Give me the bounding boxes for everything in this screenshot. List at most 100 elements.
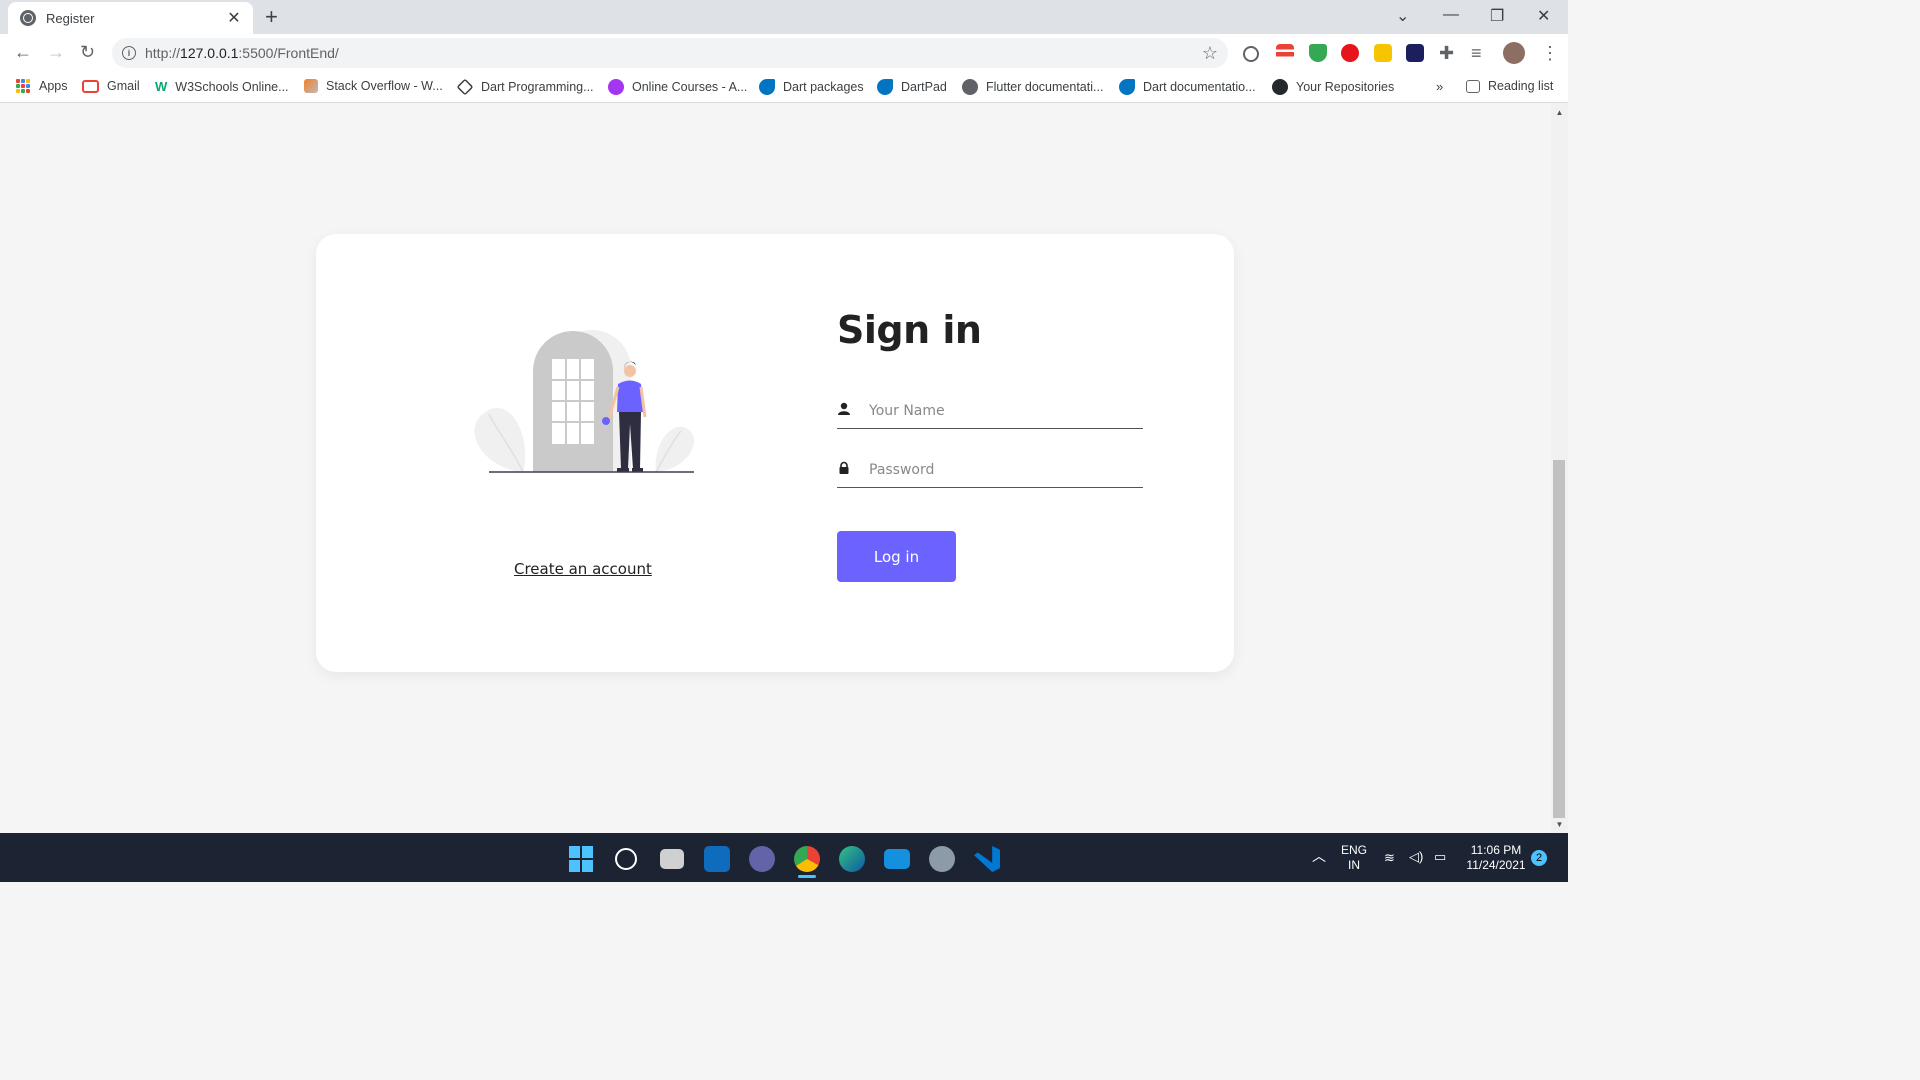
reading-list-label: Reading list — [1488, 79, 1554, 93]
scroll-up-icon[interactable]: ▲ — [1553, 108, 1566, 117]
more-bookmarks-icon[interactable]: » — [1436, 79, 1443, 94]
gmail-icon — [82, 79, 99, 93]
url-text: http://127.0.0.1:5500/FrontEnd/ — [145, 45, 339, 61]
password-field — [837, 452, 1143, 488]
tab-search-icon[interactable]: ⌄ — [1396, 6, 1409, 26]
close-tab-icon[interactable]: ✕ — [225, 8, 243, 28]
bookmark-label: Gmail — [107, 79, 140, 93]
globe-icon — [20, 10, 36, 26]
bookmark-label: Dart packages — [783, 80, 864, 94]
bookmark-dart-docs[interactable]: Dart documentatio... — [1119, 79, 1256, 95]
new-tab-button[interactable]: + — [265, 6, 278, 28]
tab-register[interactable]: Register ✕ — [8, 2, 253, 34]
dart-icon — [456, 78, 474, 96]
extensions-puzzle-icon[interactable]: ✚ — [1439, 43, 1454, 63]
door-illustration — [474, 330, 695, 473]
dart-packages-icon — [759, 79, 775, 95]
bookmark-online-courses[interactable]: Online Courses - A... — [608, 79, 747, 95]
apps-grid-icon — [16, 79, 30, 93]
create-account-link[interactable]: Create an account — [514, 560, 652, 578]
page-title: Sign in — [837, 308, 982, 352]
bookmark-label: Dart documentatio... — [1143, 80, 1256, 94]
edge-icon[interactable] — [839, 846, 865, 872]
tab-strip: Register ✕ + ⌄ — ❐ ✕ — [0, 0, 1568, 34]
user-icon — [838, 402, 850, 415]
code-extension-icon[interactable] — [1406, 44, 1424, 62]
reading-list-icon — [1466, 79, 1480, 93]
block-extension-icon[interactable] — [1243, 46, 1259, 62]
forward-icon[interactable]: → — [47, 42, 65, 62]
stackoverflow-icon — [304, 79, 318, 93]
bookmarks-bar: Apps Gmail W W3Schools Online... Stack O… — [0, 72, 1568, 103]
bookmark-label: Apps — [39, 79, 68, 93]
bookmark-label: Dart Programming... — [481, 80, 594, 94]
search-icon[interactable] — [615, 848, 637, 870]
scroll-down-icon[interactable]: ▼ — [1553, 820, 1566, 829]
bookmark-dart-packages[interactable]: Dart packages — [759, 79, 864, 95]
chat-icon[interactable] — [749, 846, 775, 872]
page-viewport: Create an account Sign in Log in — [0, 103, 1551, 833]
tab-title: Register — [46, 10, 95, 26]
bookmark-w3schools[interactable]: W W3Schools Online... — [155, 79, 289, 95]
restore-icon[interactable]: ❐ — [1490, 6, 1504, 26]
bookmark-apps[interactable]: Apps — [16, 79, 68, 93]
bookmark-label: Stack Overflow - W... — [326, 79, 443, 93]
volume-icon[interactable]: ◁) — [1409, 849, 1423, 864]
bookmark-label: Flutter documentati... — [986, 80, 1104, 94]
media-queue-icon[interactable]: ≡ — [1471, 43, 1482, 63]
windows-taskbar — [0, 833, 1568, 882]
bookmark-flutter-docs[interactable]: Flutter documentati... — [962, 79, 1103, 95]
address-bar[interactable]: i http://127.0.0.1:5500/FrontEnd/ ☆ — [112, 38, 1228, 68]
adblock-extension-icon[interactable] — [1341, 44, 1359, 62]
clock[interactable]: 11:06 PM 11/24/2021 — [1462, 843, 1530, 873]
dart-docs-icon — [1119, 79, 1135, 95]
info-icon[interactable]: i — [122, 46, 136, 60]
notification-badge[interactable]: 2 — [1531, 850, 1547, 866]
bookmark-dartpad[interactable]: DartPad — [877, 79, 947, 95]
login-button[interactable]: Log in — [837, 531, 956, 582]
name-field — [837, 393, 1143, 429]
close-window-icon[interactable]: ✕ — [1537, 6, 1550, 26]
bookmark-label: Online Courses - A... — [632, 80, 748, 94]
show-hidden-icons-icon[interactable]: ︿ — [1312, 849, 1326, 864]
globe-icon — [962, 79, 978, 95]
language-indicator[interactable]: ENG IN — [1338, 843, 1370, 873]
dartpad-icon — [877, 79, 893, 95]
clock-time: 11:06 PM — [1470, 843, 1522, 857]
shield-extension-icon[interactable] — [1309, 44, 1327, 62]
bookmark-label: W3Schools Online... — [175, 80, 289, 94]
widgets-icon[interactable] — [704, 846, 730, 872]
chrome-icon[interactable] — [794, 846, 820, 872]
json-extension-icon[interactable] — [1374, 44, 1392, 62]
reading-list-button[interactable]: Reading list — [1466, 79, 1553, 93]
sign-in-card: Create an account Sign in Log in — [316, 234, 1234, 672]
reload-icon[interactable]: ↻ — [80, 42, 95, 62]
name-input[interactable] — [867, 397, 1141, 425]
bookmark-label: Your Repositories — [1296, 80, 1395, 94]
wifi-icon[interactable]: ≋ — [1384, 850, 1395, 865]
settings-gear-icon[interactable] — [929, 846, 955, 872]
minimize-icon[interactable]: — — [1443, 6, 1459, 24]
region-code: IN — [1348, 858, 1360, 872]
mail-icon[interactable] — [884, 849, 910, 869]
avatar[interactable] — [1503, 42, 1525, 64]
bookmark-dart-programming[interactable]: Dart Programming... — [456, 78, 594, 96]
browser-toolbar: ← → ↻ i http://127.0.0.1:5500/FrontEnd/ … — [0, 34, 1568, 72]
menu-kebab-icon[interactable]: ⋮ — [1541, 43, 1559, 63]
back-icon[interactable]: ← — [14, 42, 32, 62]
scrollbar-thumb[interactable] — [1553, 460, 1565, 818]
bookmark-gmail[interactable]: Gmail — [82, 79, 140, 93]
todoist-extension-icon[interactable] — [1276, 44, 1294, 62]
active-app-indicator — [798, 875, 816, 878]
w3schools-icon: W — [155, 79, 168, 94]
udemy-icon — [608, 79, 624, 95]
lock-icon — [839, 461, 849, 474]
bookmark-stackoverflow[interactable]: Stack Overflow - W... — [304, 79, 443, 93]
github-icon — [1272, 79, 1288, 95]
bookmark-your-repositories[interactable]: Your Repositories — [1272, 79, 1394, 95]
task-view-icon[interactable] — [660, 849, 684, 869]
password-input[interactable] — [867, 456, 1141, 484]
battery-icon[interactable]: ▭ — [1434, 849, 1446, 864]
bookmark-star-icon[interactable]: ☆ — [1202, 43, 1218, 64]
windows-start-icon[interactable] — [569, 846, 595, 872]
